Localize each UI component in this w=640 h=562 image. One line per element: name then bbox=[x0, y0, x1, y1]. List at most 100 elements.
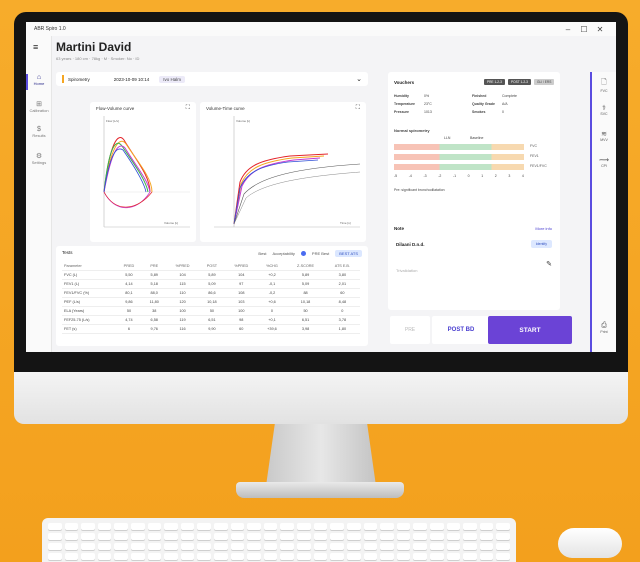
keyboard-key bbox=[463, 553, 477, 560]
keyboard-key bbox=[214, 553, 228, 560]
temperature-value: 23°C bbox=[424, 102, 432, 106]
keyboard-key bbox=[48, 523, 62, 530]
table-cell: 0 bbox=[324, 306, 360, 316]
column-header: Z-SCORE bbox=[286, 262, 325, 271]
keyboard-key bbox=[396, 553, 411, 560]
keyboard-key bbox=[396, 543, 411, 550]
rightnav-label: MVV bbox=[600, 138, 608, 142]
start-button[interactable]: START bbox=[488, 316, 572, 344]
identify-button[interactable]: Identify bbox=[530, 240, 552, 248]
table-cell: 97 bbox=[224, 279, 258, 289]
table-cell: 50 bbox=[115, 306, 143, 316]
table-row[interactable]: FEF25-75 (L/s) 4,74 6,58 119 6,51 98 +0,1 6,51 3… bbox=[62, 315, 360, 325]
close-button[interactable]: ✕ bbox=[592, 25, 608, 34]
chart-title: Flow-Volume curve bbox=[96, 106, 135, 111]
keyboard-key bbox=[446, 543, 461, 550]
keyboard-key bbox=[247, 533, 261, 540]
keyboard-key bbox=[380, 533, 394, 540]
expand-icon[interactable]: ⛶ bbox=[186, 105, 190, 112]
nav-item-calibration[interactable]: ⊞ Calibration bbox=[26, 100, 52, 113]
table-row[interactable]: FEV1 (L) 4,14 5,18 115 5,09 97 -0,1 5,09 2,01 bbox=[62, 279, 360, 289]
maximize-button[interactable]: ☐ bbox=[576, 25, 592, 34]
keyboard-key bbox=[346, 533, 361, 540]
notes-textarea[interactable]: Trivalidation bbox=[396, 268, 417, 273]
lungs-icon: ⚕ bbox=[602, 105, 606, 112]
nav-item-results[interactable]: $ Results bbox=[26, 126, 52, 138]
quality-row: Quality Grade A/A bbox=[472, 102, 508, 106]
chart-title: Volume-Time curve bbox=[206, 106, 245, 111]
minimize-button[interactable]: – bbox=[560, 25, 576, 34]
pencil-icon[interactable]: ✎ bbox=[546, 260, 552, 268]
monitor-base bbox=[236, 482, 404, 498]
table-row[interactable]: FEV1/FVC (%) 80,1 88,0 110 86,6 108 -0,2 88 60 bbox=[62, 288, 360, 298]
keyboard-key bbox=[247, 543, 261, 550]
tests-controls: Best Acceptability PRE Best BEST ATS bbox=[258, 250, 362, 257]
standard-tag: GLI / ERS bbox=[534, 79, 555, 85]
keyboard-key bbox=[81, 523, 95, 530]
keyboard-key bbox=[81, 553, 95, 560]
table-row[interactable]: PEF (L/s) 9,86 11,80 120 10,18 103 +0,6 10,18 8,… bbox=[62, 297, 360, 307]
rightnav-print[interactable]: ⎙ Print bbox=[592, 322, 616, 334]
table-cell: FEF25-75 (L/s) bbox=[62, 315, 116, 325]
column-header: Parameter bbox=[62, 262, 116, 271]
scale-tick: 0 bbox=[467, 174, 470, 178]
table-cell: 4,14 bbox=[115, 279, 143, 289]
notes-panel: Note More info Dilaani D.n.d. Identify ✎… bbox=[388, 218, 560, 310]
table-cell: 115 bbox=[166, 279, 199, 289]
keyboard-key bbox=[180, 533, 195, 540]
x-axis-label: Volume [L] bbox=[164, 221, 178, 225]
table-cell: 103 bbox=[224, 297, 258, 307]
table-cell: 5,89 bbox=[286, 270, 325, 280]
column-header: %CHG bbox=[257, 262, 287, 271]
acceptability-label[interactable]: Acceptability bbox=[272, 251, 294, 256]
column-header: %PRED bbox=[224, 262, 258, 271]
table-cell: 86,6 bbox=[198, 288, 225, 298]
keyboard-key bbox=[147, 543, 162, 550]
scale-tick: -1 bbox=[452, 174, 457, 178]
test-selector[interactable]: Spirometry 2023-10-09 10:14 Ivo Halm ⌄ bbox=[56, 72, 368, 86]
keyboard-key bbox=[363, 553, 378, 560]
rightnav-cpi[interactable]: ⟿ CPI bbox=[592, 156, 616, 168]
table-cell: 5,18 bbox=[142, 279, 167, 289]
scale-tick: -5 bbox=[394, 174, 398, 178]
keyboard-key bbox=[463, 543, 477, 550]
table-row[interactable]: ELA (Years) 50 38 100 50 100 0 50 0 bbox=[62, 306, 360, 316]
notes-title: Note bbox=[394, 226, 404, 231]
rightnav-svc[interactable]: ⚕ SVC bbox=[592, 104, 616, 116]
keyboard-key bbox=[147, 523, 162, 530]
nav-item-settings[interactable]: ⚙ Settings bbox=[26, 152, 52, 165]
table-cell: 60 bbox=[324, 288, 360, 298]
keyboard-key bbox=[197, 553, 212, 560]
keyboard-key bbox=[313, 533, 328, 540]
scale-tick: 3 bbox=[508, 174, 511, 178]
keyboard-key bbox=[496, 523, 510, 530]
monitor-stand bbox=[266, 424, 376, 486]
calibration-icon: ⊞ bbox=[36, 101, 42, 108]
best-ats-button[interactable]: BEST ATS bbox=[335, 250, 362, 257]
nav-label: Results bbox=[32, 133, 46, 138]
print-icon: ⎙ bbox=[601, 322, 607, 329]
pre-button[interactable]: PRE bbox=[390, 316, 430, 344]
scale-tick: 2 bbox=[494, 174, 497, 178]
status-value: Complete bbox=[502, 94, 517, 98]
humidity-label: Humidity bbox=[394, 94, 409, 98]
expand-icon[interactable]: ⛶ bbox=[356, 105, 360, 112]
chevron-down-icon[interactable]: ⌄ bbox=[356, 75, 362, 83]
rightnav-mvv[interactable]: ≋ MVV bbox=[592, 130, 616, 142]
nav-item-home[interactable]: ⌂ Home bbox=[26, 74, 52, 90]
table-row[interactable]: FET (s) 6 9,76 116 9,90 60 +39,6 3,98 1,80 bbox=[62, 324, 360, 334]
menu-icon[interactable]: ≡ bbox=[33, 42, 38, 52]
rightnav-fvc[interactable]: 🗋 FVC bbox=[592, 78, 616, 93]
document-icon: 🗋 bbox=[601, 79, 607, 86]
post-bd-button[interactable]: POST BD bbox=[432, 316, 490, 344]
table-cell: 9,90 bbox=[198, 324, 225, 334]
more-info-link[interactable]: More info bbox=[535, 226, 552, 231]
table-cell: 88,0 bbox=[142, 288, 167, 298]
table-row[interactable]: FVC (L) 5,50 5,89 104 5,89 104 +0,2 5,89 3,80 bbox=[62, 270, 360, 280]
zscore-scale: -5 -4 -3 -2 -1 0 1 2 3 4 bbox=[394, 174, 524, 178]
column-header: PRE bbox=[142, 262, 167, 271]
toggle-dot[interactable] bbox=[300, 251, 306, 256]
keyboard-key bbox=[446, 533, 461, 540]
scale-tick: -2 bbox=[438, 174, 442, 178]
table-cell: +0,1 bbox=[257, 315, 287, 325]
